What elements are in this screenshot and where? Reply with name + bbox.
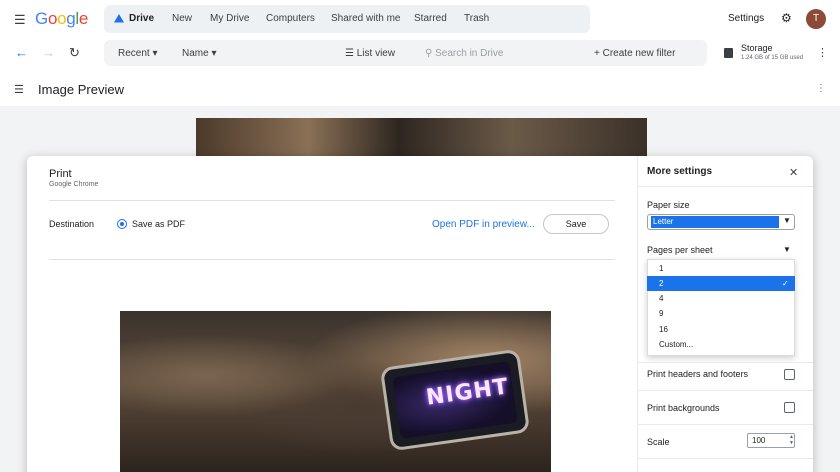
- option-16[interactable]: 16: [647, 322, 795, 337]
- name-dropdown[interactable]: Name ▾: [182, 48, 217, 59]
- pages-per-sheet-label: Pages per sheet: [647, 245, 713, 255]
- print-dialog-subtitle: Google Chrome: [49, 181, 99, 188]
- preview-header: [0, 70, 840, 106]
- list-view-icon: ☰: [345, 48, 354, 59]
- drive-icon: [114, 14, 124, 23]
- settings-link[interactable]: Settings: [728, 13, 764, 24]
- recent-dropdown[interactable]: Recent ▾: [118, 48, 158, 59]
- divider: [638, 424, 813, 425]
- destination-value[interactable]: Save as PDF: [132, 219, 185, 229]
- divider: [49, 200, 615, 201]
- nav-trash[interactable]: Trash: [464, 13, 489, 24]
- option-1[interactable]: 1: [647, 261, 795, 276]
- google-logo[interactable]: Google: [35, 9, 88, 29]
- search-placeholder: Search in Drive: [435, 48, 504, 59]
- nav-computers[interactable]: Computers: [266, 13, 315, 24]
- chevron-down-icon[interactable]: ▼: [783, 245, 791, 254]
- backgrounds-checkbox[interactable]: [784, 402, 795, 413]
- check-icon: ✓: [782, 279, 789, 288]
- nav-my-drive[interactable]: My Drive: [210, 13, 249, 24]
- print-dialog-title: Print: [49, 168, 72, 180]
- spinner-arrows-icon[interactable]: ▲ ▼: [789, 434, 794, 446]
- close-icon[interactable]: ✕: [789, 166, 798, 179]
- headers-footers-checkbox[interactable]: [784, 369, 795, 380]
- nav-starred[interactable]: Starred: [414, 13, 447, 24]
- forward-arrow-icon[interactable]: →: [42, 45, 55, 60]
- scale-input[interactable]: 100: [747, 433, 795, 448]
- logo-letter-5: e: [78, 9, 89, 28]
- menu-icon[interactable]: ☰: [14, 12, 26, 28]
- nav-shared-with-me[interactable]: Shared with me: [331, 13, 400, 24]
- more-vert-icon[interactable]: ⋮: [817, 46, 828, 59]
- list-view-label: List view: [356, 48, 396, 59]
- scale-label: Scale: [647, 437, 670, 447]
- back-arrow-icon[interactable]: ←: [15, 45, 28, 60]
- option-9[interactable]: 9: [647, 306, 795, 321]
- paper-size-label: Paper size: [647, 200, 690, 210]
- chevron-down-icon: ▾: [211, 48, 217, 59]
- divider: [638, 390, 813, 391]
- divider: [638, 362, 813, 363]
- lock-icon: [724, 48, 733, 58]
- logo-letter-2: o: [57, 9, 67, 28]
- chevron-down-icon: ▾: [152, 48, 158, 59]
- nav-new[interactable]: New: [172, 13, 192, 24]
- save-button[interactable]: Save: [543, 214, 609, 234]
- destination-label: Destination: [49, 219, 95, 229]
- divider: [638, 458, 813, 459]
- list-icon[interactable]: ☰: [14, 83, 24, 96]
- plus-icon: +: [594, 48, 600, 59]
- backgrounds-label: Print backgrounds: [647, 403, 720, 413]
- name-label: Name: [182, 48, 209, 59]
- option-4[interactable]: 4: [647, 291, 795, 306]
- background-image-preview: [196, 118, 647, 158]
- nav-drive[interactable]: Drive: [129, 13, 154, 24]
- divider: [638, 186, 813, 187]
- refresh-icon[interactable]: ↻: [69, 45, 80, 61]
- list-view-button[interactable]: ☰ List view: [345, 48, 395, 59]
- more-vert-icon[interactable]: ⋮: [816, 83, 826, 94]
- paper-size-value[interactable]: Letter: [651, 216, 779, 228]
- search-icon: ⚲: [425, 48, 433, 59]
- option-2[interactable]: 2: [647, 276, 795, 291]
- avatar[interactable]: T: [806, 9, 826, 29]
- gear-icon[interactable]: ⚙: [781, 11, 792, 25]
- logo-letter-0: G: [35, 9, 48, 28]
- headers-footers-label: Print headers and footers: [647, 369, 749, 379]
- page-title: Image Preview: [38, 82, 124, 97]
- storage-usage: 1.24 GB of 15 GB used: [741, 55, 804, 61]
- option-custom[interactable]: Custom...: [647, 337, 795, 352]
- divider: [49, 259, 615, 260]
- open-pdf-in-preview-link[interactable]: Open PDF in preview...: [432, 219, 535, 230]
- more-settings-title: More settings: [647, 166, 713, 177]
- storage-title[interactable]: Storage: [741, 43, 773, 53]
- chevron-down-icon[interactable]: ▼: [783, 216, 791, 225]
- create-filter-label: Create new filter: [602, 48, 676, 59]
- logo-letter-1: o: [47, 9, 58, 28]
- recent-label: Recent: [118, 48, 150, 59]
- save-as-pdf-radio[interactable]: [117, 219, 127, 229]
- search-input[interactable]: ⚲ Search in Drive: [425, 48, 503, 59]
- create-filter-button[interactable]: + Create new filter: [594, 48, 675, 59]
